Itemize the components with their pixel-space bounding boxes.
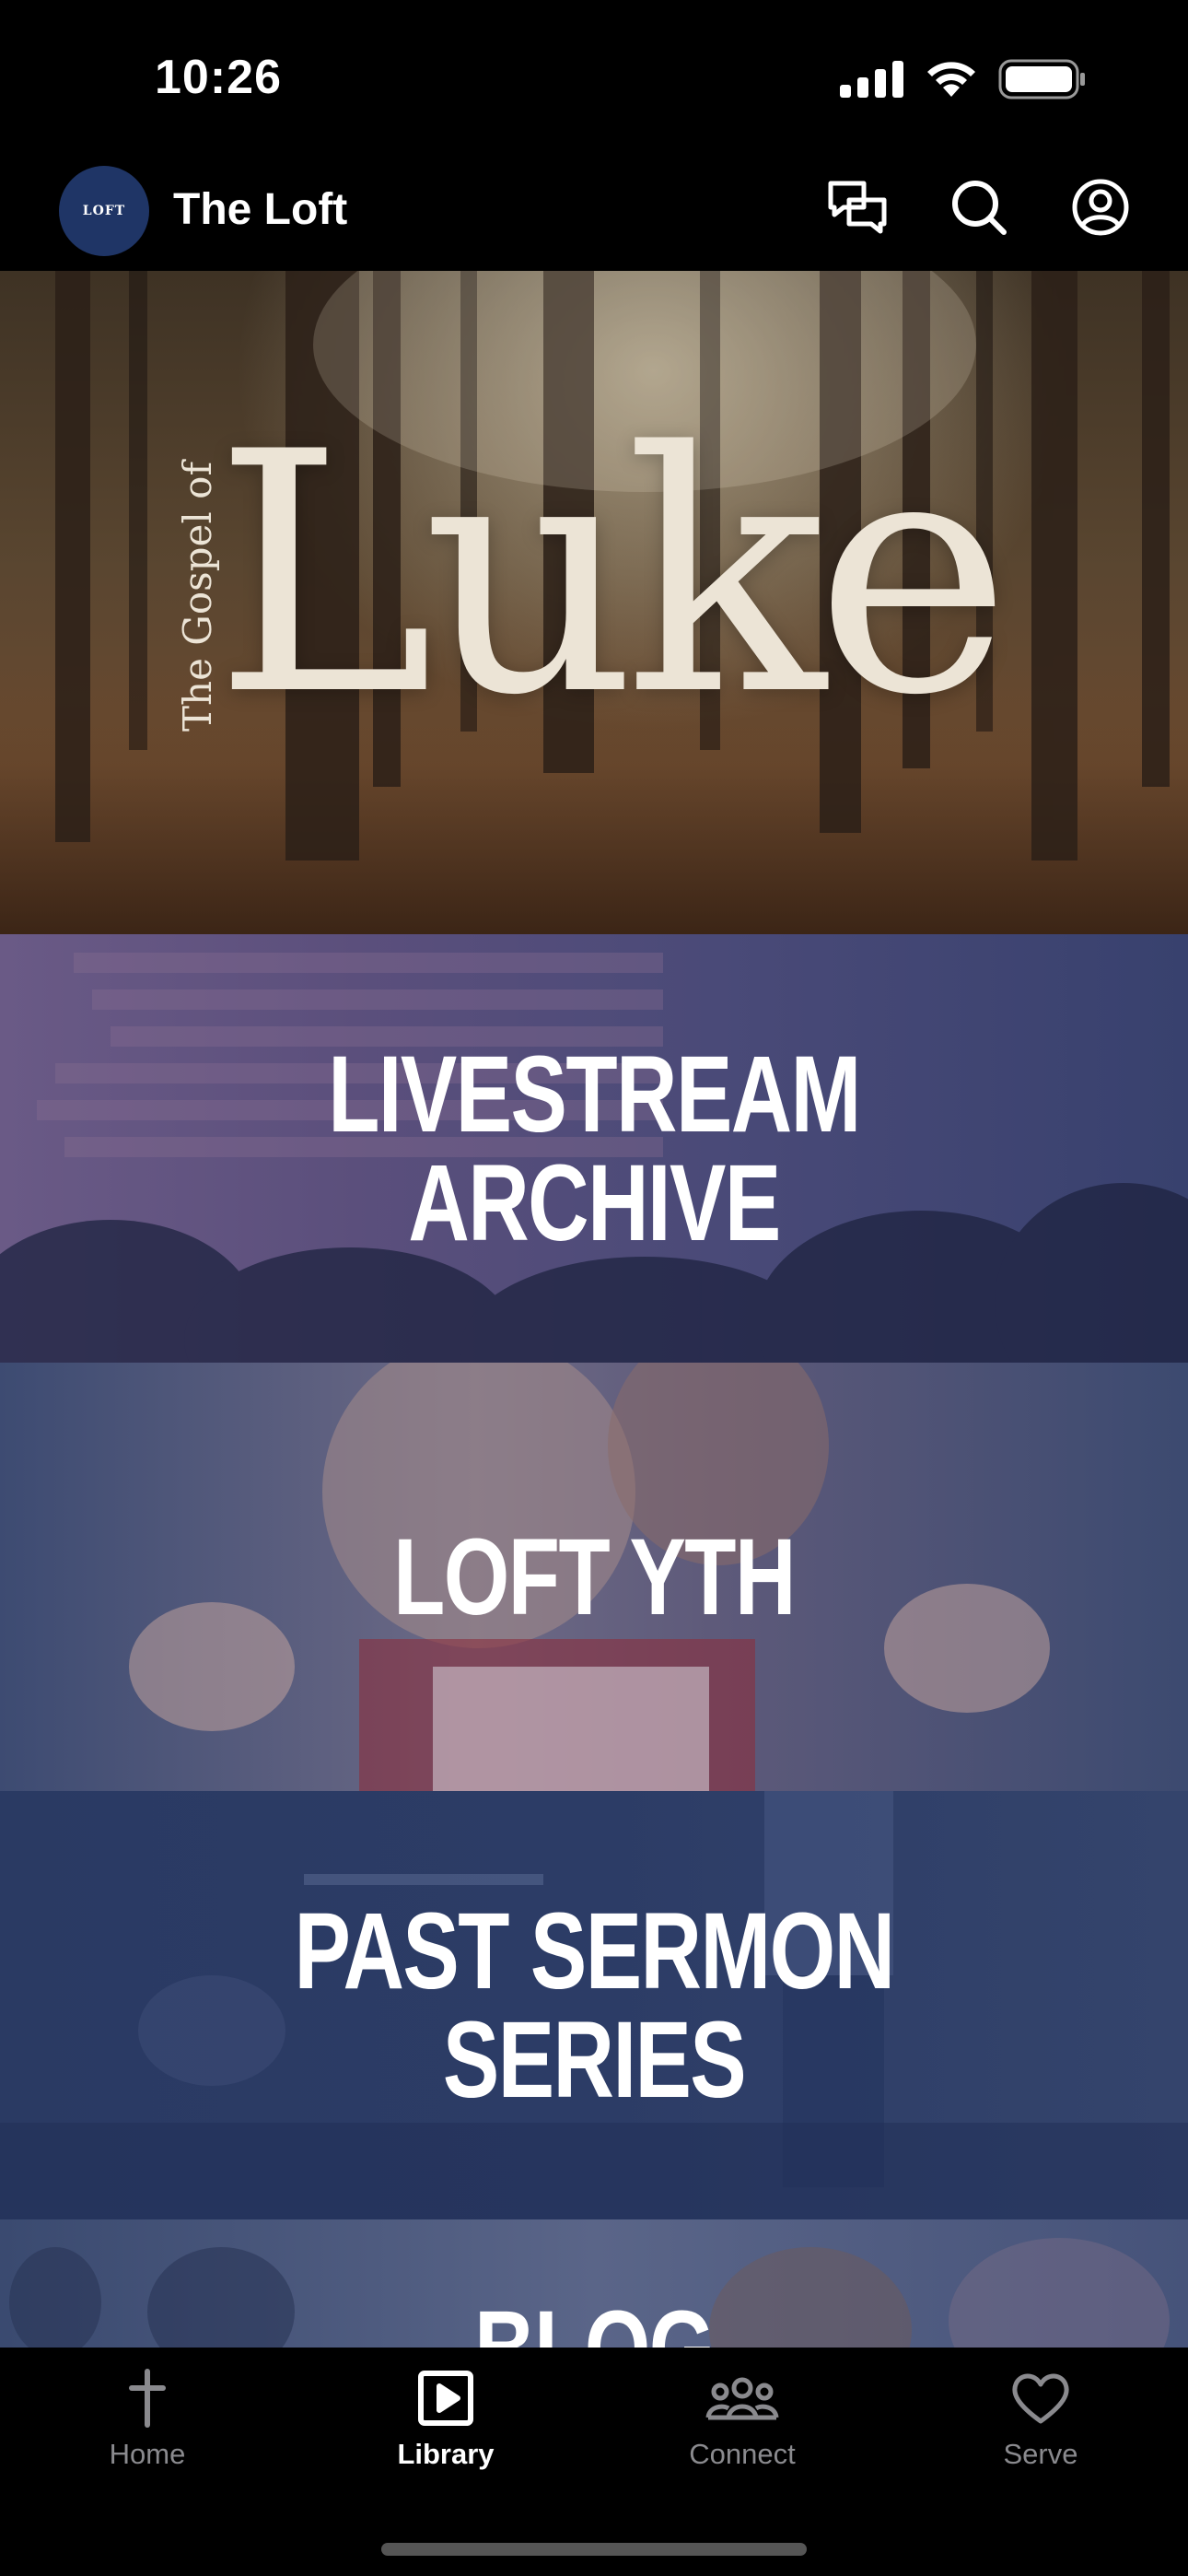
signal-icon (840, 61, 903, 98)
header-actions (825, 175, 1133, 240)
account-icon (1072, 179, 1129, 236)
play-square-icon (418, 2371, 473, 2426)
livestream-archive-tile[interactable]: LIVESTREAM ARCHIVE (0, 934, 1188, 1363)
tile-label: LIVESTREAM ARCHIVE (328, 1033, 861, 1264)
loft-yth-tile[interactable]: LOFT YTH (0, 1363, 1188, 1791)
tab-label: Serve (1003, 2438, 1078, 2470)
church-logo-avatar[interactable]: LOFT (59, 166, 149, 256)
messages-button[interactable] (825, 175, 890, 240)
app-header: LOFT The Loft (0, 157, 1188, 271)
battery-icon (998, 59, 1085, 100)
tile-label: LOFT YTH (393, 1516, 796, 1638)
tab-connect[interactable]: Connect (650, 2368, 834, 2471)
people-icon (705, 2377, 779, 2420)
app-title: The Loft (173, 185, 348, 234)
tab-serve[interactable]: Serve (949, 2368, 1133, 2471)
status-time: 10:26 (155, 51, 282, 104)
tab-library[interactable]: Library (354, 2368, 538, 2471)
search-button[interactable] (947, 175, 1011, 240)
tab-home[interactable]: Home (55, 2368, 239, 2471)
heart-icon (1012, 2373, 1069, 2424)
past-sermon-series-tile[interactable]: PAST SERMON SERIES (0, 1791, 1188, 2219)
hero-carousel[interactable]: The Gospel of Luke (0, 271, 1188, 934)
home-indicator[interactable] (381, 2543, 807, 2556)
search-icon (952, 181, 1007, 235)
avatar-text: LOFT (82, 204, 126, 218)
tab-label: Home (109, 2438, 186, 2470)
hero-title: Luke (214, 381, 1011, 767)
cross-icon (129, 2369, 166, 2428)
tile-label: BLOG (131, 2219, 1057, 2348)
blog-tile[interactable]: BLOG (0, 2219, 1188, 2348)
chat-icon (828, 181, 887, 234)
tab-label: Library (397, 2438, 495, 2470)
tab-label: Connect (689, 2438, 796, 2470)
tile-label: PAST SERMON SERIES (294, 1890, 895, 2121)
account-button[interactable] (1068, 175, 1133, 240)
tab-bar: Home Library Connect Serve (0, 2348, 1188, 2576)
wifi-icon (927, 62, 975, 97)
status-icons (840, 59, 1087, 100)
status-bar: 10:26 (0, 0, 1188, 157)
